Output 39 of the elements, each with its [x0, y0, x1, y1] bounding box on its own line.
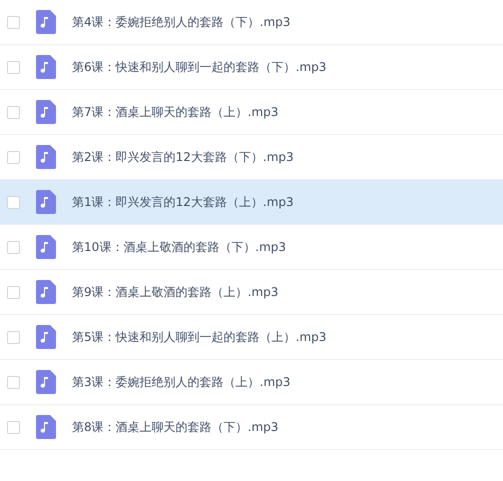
music-file-icon	[36, 325, 56, 349]
file-row[interactable]: 第7课：酒桌上聊天的套路（上）.mp3	[0, 90, 503, 135]
music-file-icon	[36, 55, 56, 79]
music-file-icon	[36, 190, 56, 214]
file-row[interactable]: 第6课：快速和别人聊到一起的套路（下）.mp3	[0, 45, 503, 90]
file-row[interactable]: 第3课：委婉拒绝别人的套路（上）.mp3	[0, 360, 503, 405]
checkbox[interactable]	[7, 60, 20, 74]
checkbox[interactable]	[7, 420, 20, 434]
music-file-icon	[36, 280, 56, 304]
file-row[interactable]: 第8课：酒桌上聊天的套路（下）.mp3	[0, 405, 503, 450]
file-name[interactable]: 第8课：酒桌上聊天的套路（下）.mp3	[72, 418, 278, 436]
file-row[interactable]: 第1课：即兴发言的12大套路（上）.mp3	[0, 180, 503, 225]
file-name[interactable]: 第6课：快速和别人聊到一起的套路（下）.mp3	[72, 58, 326, 76]
file-name[interactable]: 第1课：即兴发言的12大套路（上）.mp3	[72, 194, 294, 210]
music-file-icon	[36, 100, 56, 124]
checkbox[interactable]	[7, 106, 20, 118]
checkbox[interactable]	[7, 286, 20, 298]
file-row[interactable]: 第5课：快速和别人聊到一起的套路（上）.mp3	[0, 315, 503, 360]
file-row[interactable]: 第9课：酒桌上敬酒的套路（上）.mp3	[0, 270, 503, 315]
music-file-icon	[36, 10, 56, 34]
music-file-icon	[36, 235, 56, 259]
checkbox[interactable]	[7, 150, 20, 164]
file-name[interactable]: 第7课：酒桌上聊天的套路（上）.mp3	[72, 104, 278, 120]
file-name[interactable]: 第4课：委婉拒绝别人的套路（下）.mp3	[72, 14, 290, 30]
music-file-icon	[36, 145, 56, 169]
checkbox[interactable]	[7, 376, 20, 388]
file-row[interactable]: 第4课：委婉拒绝别人的套路（下）.mp3	[0, 0, 503, 45]
music-file-icon	[36, 370, 56, 394]
file-row[interactable]: 第10课：酒桌上敬酒的套路（下）.mp3	[0, 225, 503, 270]
file-name[interactable]: 第9课：酒桌上敬酒的套路（上）.mp3	[72, 284, 278, 300]
file-name[interactable]: 第5课：快速和别人聊到一起的套路（上）.mp3	[72, 328, 326, 346]
checkbox[interactable]	[7, 16, 20, 28]
checkbox[interactable]	[7, 240, 20, 254]
file-name[interactable]: 第2课：即兴发言的12大套路（下）.mp3	[72, 148, 294, 166]
checkbox[interactable]	[7, 330, 20, 344]
file-name[interactable]: 第10课：酒桌上敬酒的套路（下）.mp3	[72, 238, 286, 256]
file-name[interactable]: 第3课：委婉拒绝别人的套路（上）.mp3	[72, 374, 290, 390]
checkbox[interactable]	[7, 196, 20, 208]
music-file-icon	[36, 415, 56, 439]
